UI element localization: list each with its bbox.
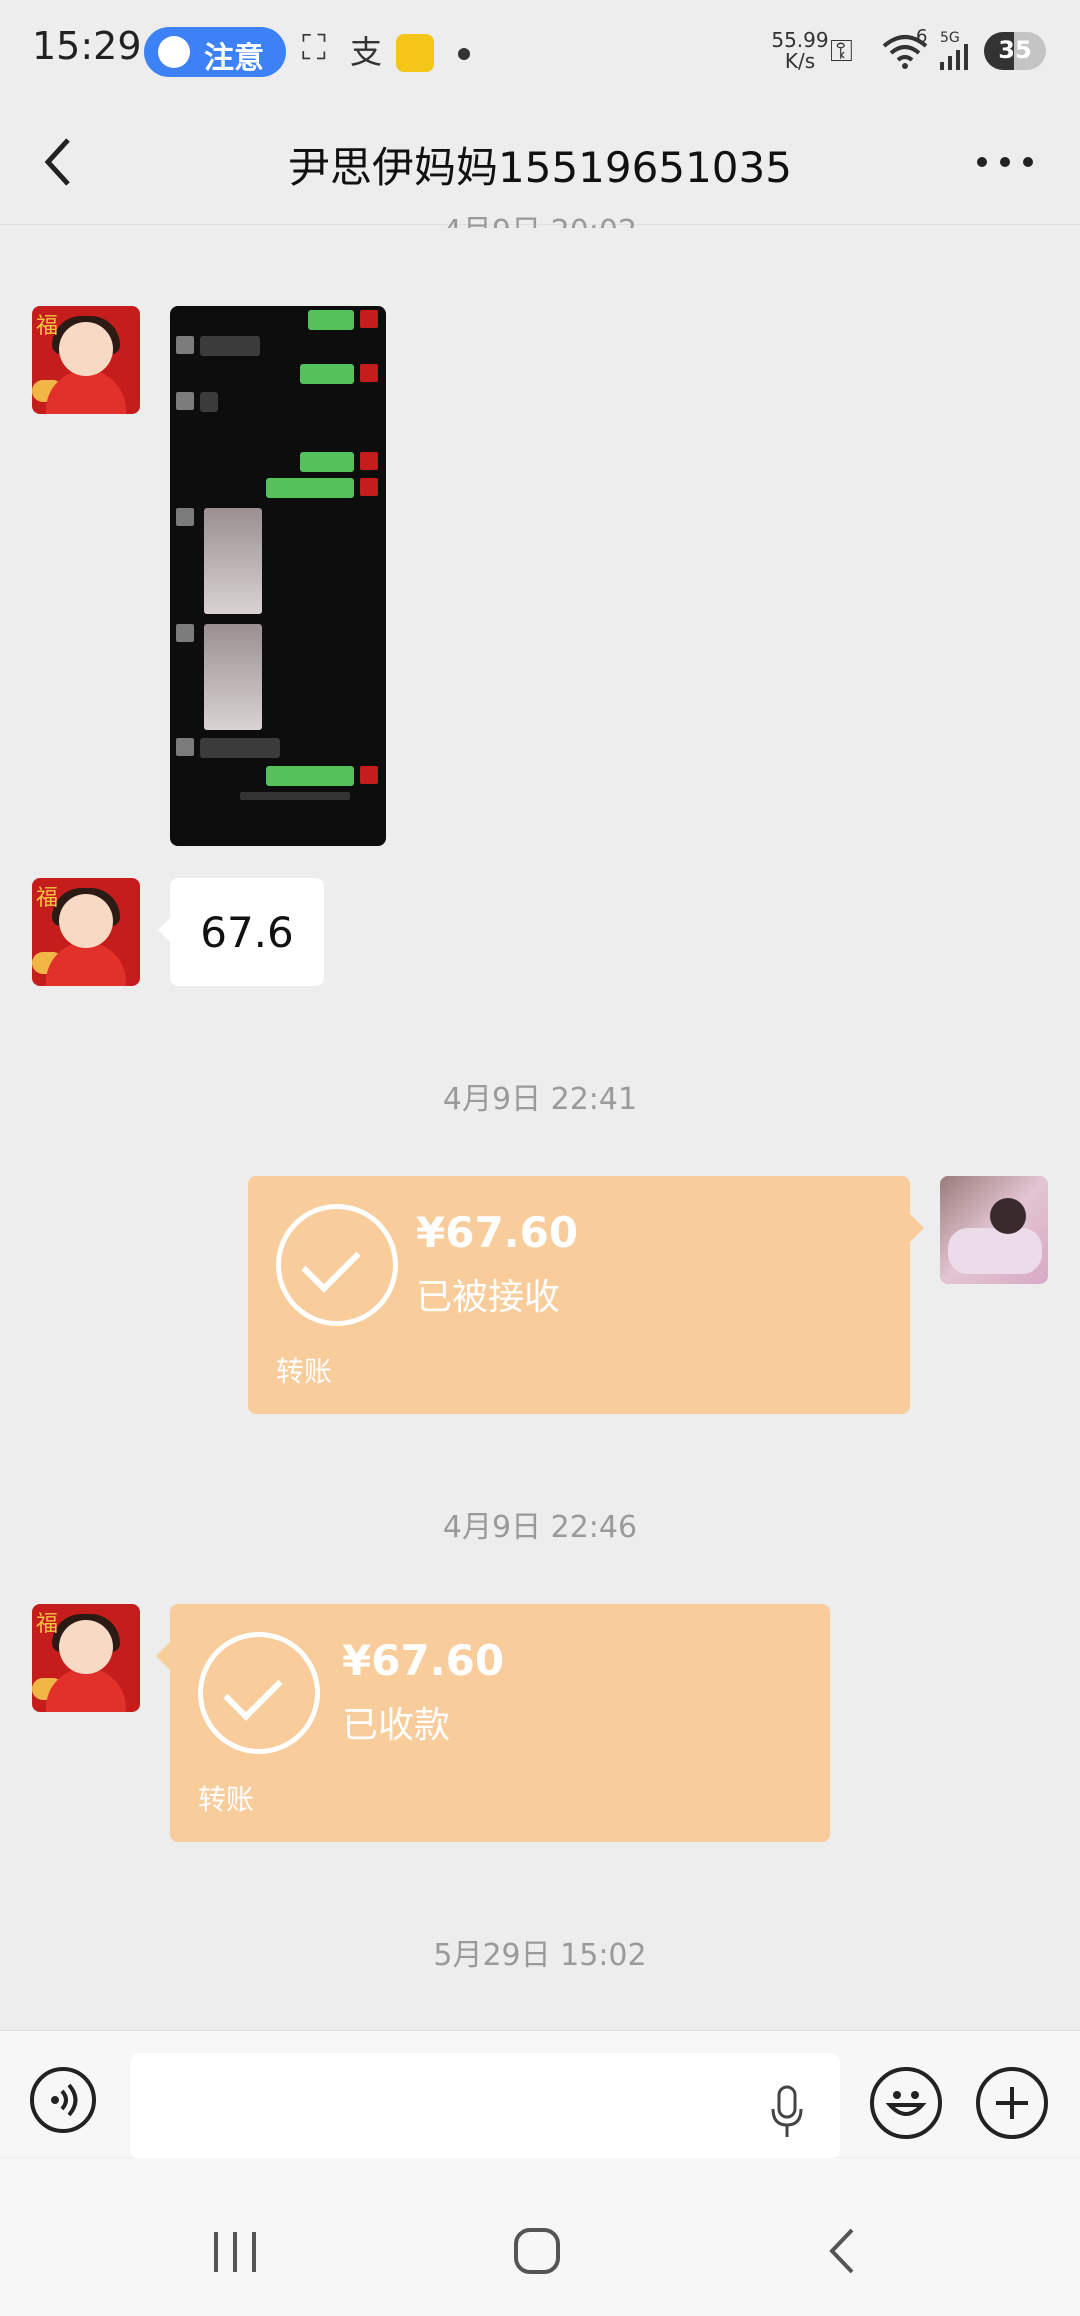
transfer-status: 已收款 [342, 1705, 451, 1746]
snippet-avatar [176, 508, 194, 526]
timestamp-top: 4月9日 20:02 [0, 206, 1080, 228]
signal-icon [940, 44, 968, 70]
chevron-left-icon[interactable] [30, 130, 90, 194]
snippet-bubble [266, 766, 354, 786]
transfer-kind: 转账 [276, 1355, 333, 1388]
timestamp: 5月29日 15:02 [433, 1938, 647, 1973]
timestamp: 4月9日 22:46 [442, 1510, 638, 1545]
avatar-face [59, 322, 113, 376]
alipay-icon: 支 [350, 33, 383, 71]
snippet-avatar [176, 392, 194, 410]
snippet-avatar [176, 624, 194, 642]
contact-avatar[interactable]: 福 [32, 878, 140, 986]
plus-glyph [996, 2087, 1028, 2119]
transfer-amount: ¥67.60 [342, 1636, 505, 1685]
back-icon[interactable] [822, 2226, 862, 2276]
avatar-face [990, 1198, 1026, 1234]
avatar-body [46, 942, 126, 986]
system-nav-bar [0, 2158, 1080, 2316]
snippet-photo [204, 624, 262, 730]
voice-waves-icon [51, 2083, 78, 2117]
speed-value: 55.99 [771, 28, 829, 52]
avatar-fu-glyph: 福 [36, 886, 59, 911]
wifi-level: 6 [916, 26, 928, 47]
snippet-bubble [200, 336, 260, 356]
snippet-bubble [300, 364, 354, 384]
app-icon [396, 34, 434, 72]
snippet-avatar [360, 478, 378, 496]
message-input[interactable] [130, 2053, 840, 2159]
snippet-avatar [360, 766, 378, 784]
avatar-fu-glyph: 福 [36, 1612, 59, 1637]
text-message-content: 67.6 [200, 908, 294, 957]
snippet-bubble [266, 478, 354, 498]
my-avatar[interactable] [940, 1176, 1048, 1284]
check-mark [223, 1661, 283, 1721]
text-message[interactable]: 67.6 [158, 878, 324, 986]
avatar-fu-glyph: 福 [36, 314, 59, 339]
avatar-body [46, 370, 126, 414]
page-title: 尹思伊妈妈15519651035 [288, 143, 792, 192]
status-time: 15:29 [32, 24, 142, 68]
timestamp: 4月9日 22:41 [442, 1082, 638, 1117]
transfer-amount: ¥67.60 [416, 1208, 579, 1257]
transfer-card-sent[interactable]: ¥67.60 已被接收 转账 [248, 1176, 924, 1414]
snippet-avatar [360, 364, 378, 382]
avatar-body [46, 1668, 126, 1712]
notice-pill[interactable]: 注意 [144, 27, 286, 77]
input-bar [0, 2030, 1080, 2159]
battery-level: 35 [998, 36, 1032, 64]
snippet-bubble [308, 310, 354, 330]
screenshot-icon: ⛶ [302, 28, 326, 68]
home-icon[interactable] [512, 2226, 562, 2276]
transfer-card-received[interactable]: ¥67.60 已收款 转账 [156, 1604, 830, 1842]
voice-icon[interactable] [30, 2067, 96, 2133]
battery-icon: 35 [984, 32, 1046, 70]
recents-icon[interactable] [210, 2230, 260, 2274]
image-message[interactable] [170, 306, 386, 846]
snippet-avatar [176, 738, 194, 756]
snippet-bubble [300, 452, 354, 472]
snippet-avatar [360, 310, 378, 328]
transfer-status: 已被接收 [416, 1277, 561, 1318]
check-circle-icon [276, 1204, 398, 1326]
smiley-glyph [885, 2091, 927, 2116]
mic-icon[interactable] [770, 2085, 804, 2141]
network-speed: 55.99 K/s [770, 30, 830, 72]
plus-icon[interactable] [976, 2067, 1048, 2139]
more-dots-icon[interactable] [960, 140, 1050, 184]
snippet-bubble [200, 392, 218, 412]
snippet-caption [240, 792, 350, 800]
avatar-blanket [948, 1228, 1042, 1274]
contact-avatar[interactable]: 福 [32, 1604, 140, 1712]
snippet-photo [204, 508, 262, 614]
snippet-avatar [176, 336, 194, 354]
notification-dot [458, 48, 470, 60]
notice-icon [158, 36, 190, 68]
emoji-icon[interactable] [870, 2067, 942, 2139]
key-icon: ⚿ [830, 34, 853, 69]
avatar-face [59, 894, 113, 948]
status-bar: 15:29 注意 ⛶ 支 55.99 K/s ⚿ 6 5G 35 [0, 0, 1080, 100]
snippet-avatar [360, 452, 378, 470]
contact-avatar[interactable]: 福 [32, 306, 140, 414]
avatar-face [59, 1620, 113, 1674]
notice-label: 注意 [204, 41, 264, 76]
transfer-kind: 转账 [198, 1783, 255, 1816]
speed-unit: K/s [784, 49, 816, 73]
check-mark [301, 1233, 361, 1293]
check-circle-icon [198, 1632, 320, 1754]
snippet-bubble [200, 738, 280, 758]
